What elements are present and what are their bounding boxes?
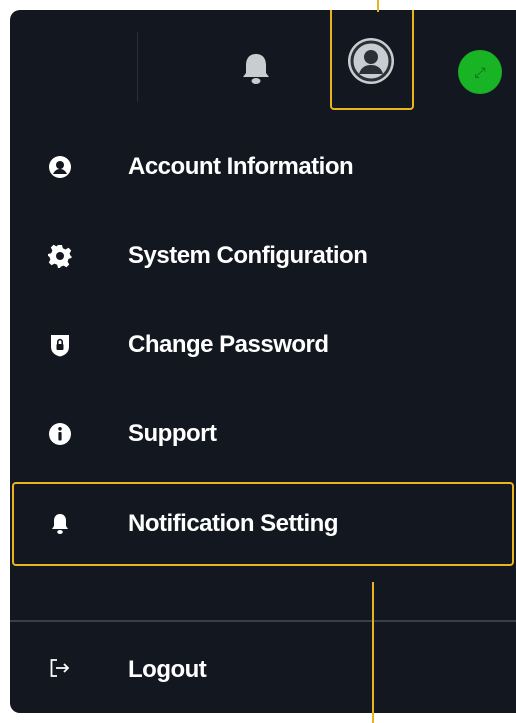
bell-icon (48, 512, 72, 536)
profile-dropdown-panel: ⤢ Account Information System Configurati (10, 10, 516, 713)
gear-icon (48, 244, 72, 268)
menu-item-label: Account Information (128, 152, 354, 180)
profile-menu: Account Information System Configuration… (10, 122, 516, 566)
shield-lock-icon (48, 333, 72, 357)
account-circle-icon (48, 155, 72, 179)
menu-item-change-password[interactable]: Change Password (10, 300, 516, 389)
profile-button[interactable] (330, 10, 414, 110)
callout-line-notification (372, 582, 374, 723)
logout-arrow-icon (48, 656, 72, 680)
status-indicator-icon[interactable]: ⤢ (458, 50, 502, 94)
notification-button[interactable] (234, 46, 278, 90)
menu-item-label: System Configuration (128, 241, 368, 269)
menu-item-label: Notification Setting (128, 510, 338, 537)
menu-item-label: Support (128, 419, 217, 447)
header-bar: ⤢ (10, 10, 516, 122)
logout-button[interactable]: Logout (10, 622, 516, 713)
header-divider (137, 32, 138, 102)
menu-item-label: Change Password (128, 330, 329, 358)
menu-item-account-information[interactable]: Account Information (10, 122, 516, 211)
bell-icon (243, 54, 269, 84)
menu-item-notification-setting[interactable]: Notification Setting (12, 482, 514, 566)
menu-item-support[interactable]: Support (10, 389, 516, 478)
info-icon (48, 422, 72, 446)
expand-glyph: ⤢ (474, 64, 486, 80)
callout-line-profile (377, 0, 379, 12)
logout-label: Logout (128, 656, 207, 683)
user-avatar-icon (348, 38, 394, 84)
menu-item-system-configuration[interactable]: System Configuration (10, 211, 516, 300)
